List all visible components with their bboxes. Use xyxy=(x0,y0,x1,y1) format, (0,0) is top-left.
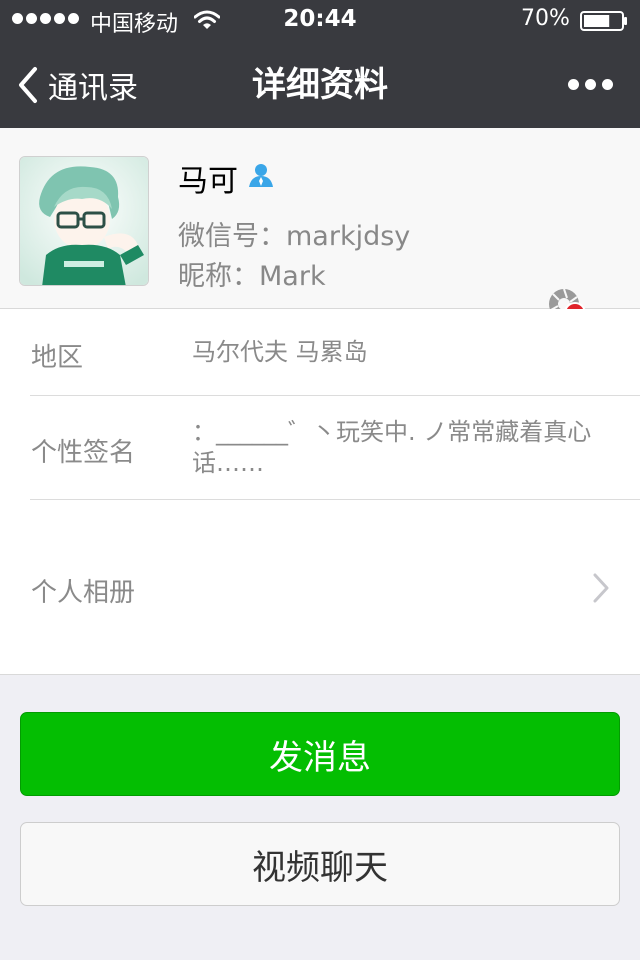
battery-icon xyxy=(580,11,627,31)
back-label: 通讯录 xyxy=(48,71,138,106)
back-button[interactable]: 通讯录 xyxy=(16,60,138,110)
status-bar: 中国移动 20:44 70% xyxy=(0,0,640,40)
battery-percent: 70% xyxy=(521,6,570,31)
signature-value: ：______゛丶玩笑中. ノ常常藏着真心话…… xyxy=(192,418,592,477)
video-chat-button[interactable]: 视频聊天 xyxy=(20,822,620,906)
contact-detail-screen: 中国移动 20:44 70% 通讯录 详细资料 马可 微信号：markjdsy … xyxy=(0,0,640,960)
album-row[interactable]: 个人相册 xyxy=(0,500,640,675)
wechat-id: 微信号：markjdsy xyxy=(178,221,411,252)
top-bar: 中国移动 20:44 70% 通讯录 详细资料 xyxy=(0,0,640,128)
signature-row: 个性签名 ：______゛丶玩笑中. ノ常常藏着真心话…… xyxy=(0,396,640,499)
region-value: 马尔代夫 马累岛 xyxy=(192,338,368,366)
chevron-right-icon xyxy=(593,573,609,603)
avatar-illustration xyxy=(20,157,148,285)
profile-header: 马可 微信号：markjdsy 昵称：Mark xyxy=(0,128,640,324)
signature-label: 个性签名 xyxy=(31,438,136,468)
album-label: 个人相册 xyxy=(31,578,136,608)
region-label: 地区 xyxy=(31,343,84,373)
nickname: 昵称：Mark xyxy=(178,261,326,292)
info-section: 地区 马尔代夫 马累岛 个性签名 ：______゛丶玩笑中. ノ常常藏着真心话…… xyxy=(0,309,640,675)
person-icon xyxy=(249,164,273,187)
chevron-left-icon xyxy=(19,67,37,103)
send-message-button[interactable]: 发消息 xyxy=(20,712,620,796)
region-row: 地区 马尔代夫 马累岛 xyxy=(0,309,640,396)
more-dots-icon[interactable] xyxy=(560,64,620,104)
contact-name: 马可 xyxy=(178,164,238,199)
avatar[interactable] xyxy=(19,156,149,286)
